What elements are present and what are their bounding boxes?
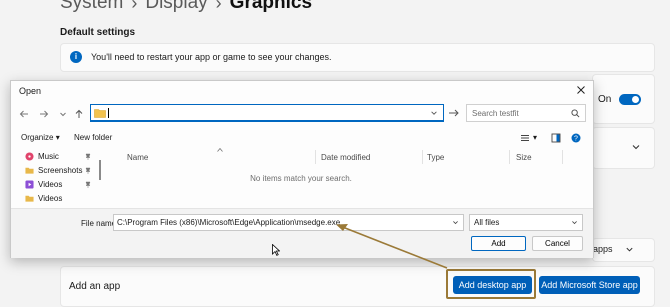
sort-ascending-icon	[217, 148, 223, 152]
column-header-size[interactable]: Size	[516, 153, 532, 162]
nav-item-videos-library[interactable]: Videos	[25, 178, 62, 191]
breadcrumb-system[interactable]: System	[60, 0, 123, 14]
preview-pane-icon[interactable]	[551, 133, 561, 143]
svg-text:?: ?	[574, 136, 578, 143]
nav-item-videos-folder[interactable]: Videos	[25, 192, 62, 205]
chevron-down-icon[interactable]	[430, 109, 438, 117]
navigation-pane: Music Screenshots Videos Videos	[11, 148, 107, 208]
setting-row-toggle: On	[592, 74, 655, 124]
add-button[interactable]: Add	[471, 236, 526, 251]
chevron-down-icon[interactable]	[452, 219, 459, 226]
chevron-down-icon[interactable]	[631, 142, 641, 152]
help-icon[interactable]: ?	[571, 133, 581, 143]
cancel-button[interactable]: Cancel	[532, 236, 583, 251]
column-divider[interactable]	[315, 150, 316, 164]
toggle-switch[interactable]	[619, 94, 641, 105]
file-type-select[interactable]: All files	[469, 214, 583, 231]
nav-pane-scrollbar[interactable]	[99, 160, 101, 180]
open-file-dialog: Open Search testfit Organize ▾ New folde…	[10, 80, 594, 258]
breadcrumb-display[interactable]: Display	[145, 0, 207, 14]
dialog-toolbar: Organize ▾ New folder ▾ ?	[11, 129, 593, 147]
folder-icon	[94, 109, 106, 118]
close-icon[interactable]	[576, 85, 586, 95]
organize-menu[interactable]: Organize ▾	[21, 133, 60, 142]
file-type-value: All files	[474, 218, 500, 227]
setting-row-expandable[interactable]	[592, 127, 655, 169]
video-library-icon	[25, 180, 34, 189]
back-arrow-icon[interactable]	[19, 109, 29, 119]
view-dropdown-caret[interactable]: ▾	[533, 133, 537, 142]
folder-icon	[25, 167, 34, 174]
annotation-highlight-box	[446, 269, 536, 299]
address-bar[interactable]	[90, 104, 444, 122]
breadcrumb: System › Display › Graphics	[60, 0, 312, 16]
mouse-pointer-icon	[272, 244, 280, 256]
column-divider[interactable]	[509, 150, 510, 164]
apps-dropdown-label: apps	[593, 244, 613, 254]
info-card: i You'll need to restart your app or gam…	[60, 43, 655, 72]
text-cursor	[108, 108, 109, 118]
music-icon	[25, 152, 34, 161]
breadcrumb-separator: ›	[215, 0, 222, 13]
column-header-type[interactable]: Type	[427, 153, 444, 162]
file-list: Name Date modified Type Size No items ma…	[107, 147, 593, 209]
dialog-footer: File name: C:\Program Files (x86)\Micros…	[11, 208, 593, 258]
file-name-input[interactable]: C:\Program Files (x86)\Microsoft\Edge\Ap…	[113, 214, 464, 231]
up-arrow-icon[interactable]	[74, 109, 84, 119]
section-title-default-settings: Default settings	[60, 27, 136, 38]
add-store-app-button[interactable]: Add Microsoft Store app	[539, 276, 640, 294]
forward-arrow-icon[interactable]	[39, 109, 49, 119]
go-arrow-icon[interactable]	[446, 105, 462, 121]
nav-item-music[interactable]: Music	[25, 150, 59, 163]
new-folder-button[interactable]: New folder	[74, 133, 112, 142]
chevron-down-icon[interactable]	[58, 109, 68, 119]
folder-icon	[25, 195, 34, 202]
chevron-down-icon	[626, 247, 633, 252]
chevron-down-icon	[572, 221, 577, 225]
add-app-label: Add an app	[69, 281, 121, 292]
pin-icon	[85, 181, 91, 188]
column-header-name[interactable]: Name	[127, 153, 148, 162]
toggle-state-label: On	[598, 94, 612, 105]
pin-icon	[85, 167, 91, 174]
dialog-title: Open	[19, 86, 42, 96]
apps-dropdown[interactable]: apps	[592, 238, 655, 262]
nav-item-screenshots[interactable]: Screenshots	[25, 164, 82, 177]
pin-icon	[85, 153, 91, 160]
navigation-bar: Search testfit	[11, 101, 593, 129]
info-text: You'll need to restart your app or game …	[91, 52, 332, 62]
view-menu-icon[interactable]	[520, 133, 530, 143]
search-icon	[571, 109, 580, 118]
info-icon: i	[70, 51, 82, 63]
empty-folder-message: No items match your search.	[250, 174, 352, 183]
column-divider[interactable]	[422, 150, 423, 164]
search-placeholder: Search testfit	[472, 109, 519, 118]
file-name-value: C:\Program Files (x86)\Microsoft\Edge\Ap…	[117, 218, 341, 227]
column-divider[interactable]	[562, 150, 563, 164]
column-header-date-modified[interactable]: Date modified	[321, 153, 370, 162]
page-title: Graphics	[229, 0, 313, 13]
search-input[interactable]: Search testfit	[466, 104, 586, 122]
breadcrumb-separator: ›	[131, 0, 138, 13]
